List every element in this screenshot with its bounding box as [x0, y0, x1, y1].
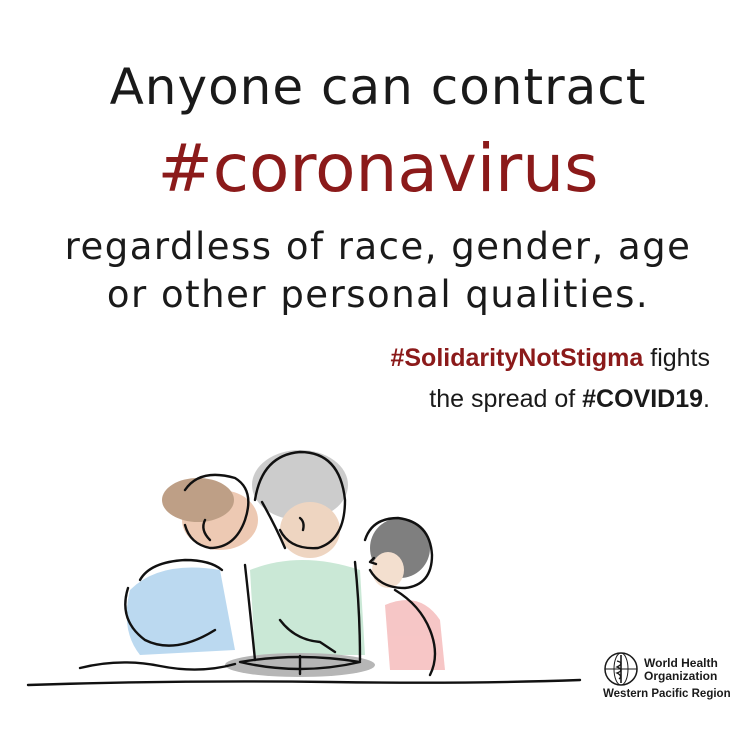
solidarity-hashtag: #SolidarityNotStigma: [390, 344, 644, 372]
tagline-text: the spread of: [429, 385, 583, 413]
tagline-period: .: [703, 385, 710, 413]
tagline-line-2: the spread of #COVID19.: [429, 385, 710, 414]
headline-hashtag: #coronavirus: [157, 130, 599, 207]
headline-line-4: or other personal qualities.: [106, 273, 650, 316]
tagline-text: fights: [643, 344, 710, 372]
who-name-line-2: Organization: [644, 669, 718, 683]
covid-hashtag: #COVID19: [582, 385, 704, 413]
who-emblem-icon: [604, 652, 638, 686]
who-region: Western Pacific Region: [603, 688, 731, 700]
tagline-line-1: #SolidarityNotStigma fights: [390, 344, 710, 373]
headline-line-3: regardless of race, gender, age: [64, 225, 692, 268]
who-logo: World Health Organization Western Pacifi…: [603, 651, 753, 701]
watercolor-wash: [126, 450, 445, 677]
headline-line-1: Anyone can contract: [109, 58, 647, 116]
family-reading-illustration: [26, 450, 582, 687]
